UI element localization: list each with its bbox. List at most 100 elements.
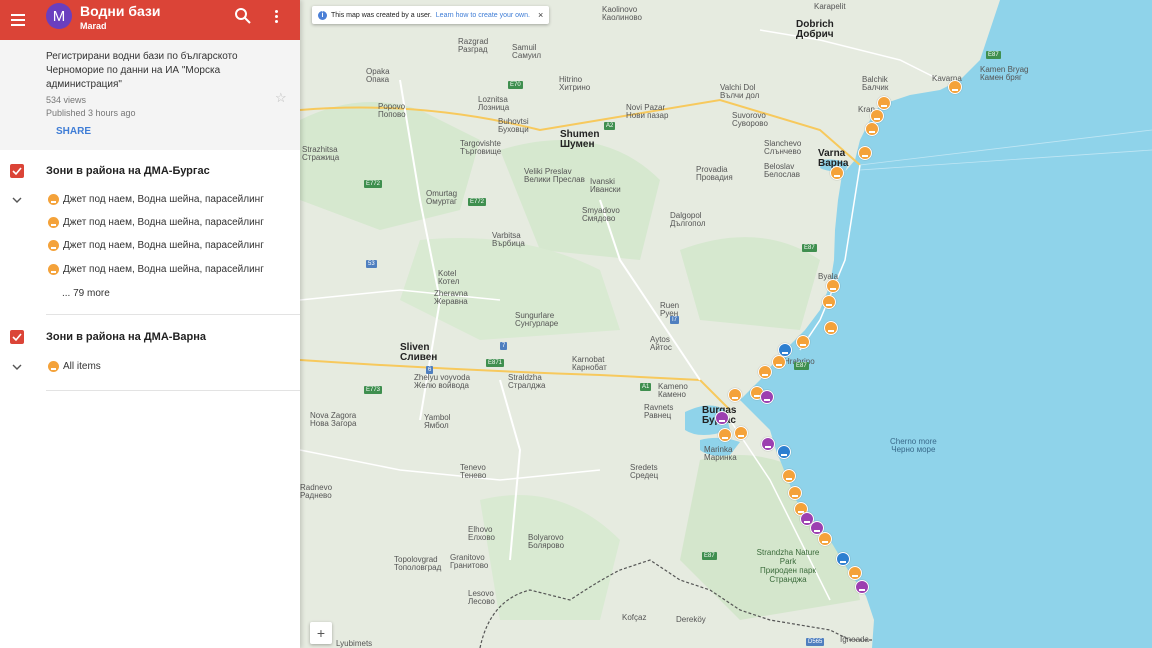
layer-checkbox[interactable]	[10, 330, 24, 344]
map-marker[interactable]	[865, 122, 879, 136]
close-icon[interactable]: ×	[538, 10, 543, 20]
city-label: Loznitsa Лозница	[478, 95, 510, 112]
avatar[interactable]: M	[46, 3, 72, 29]
city-label: Elhovo Елхово	[468, 525, 495, 542]
park-label: Strandzha Nature Park Природен парк Стран…	[756, 548, 820, 584]
list-item[interactable]: Джет под наем, Водна шейна, парасейлинг	[48, 264, 264, 275]
city-label: Kofçaz	[622, 613, 647, 622]
map-marker[interactable]	[772, 355, 786, 369]
map-marker[interactable]	[760, 390, 774, 404]
map-marker[interactable]	[822, 295, 836, 309]
road-shield: A1	[640, 383, 652, 391]
search-icon[interactable]	[233, 6, 253, 26]
map-info: Регистрирани водни бази по българското Ч…	[0, 40, 300, 150]
list-item[interactable]: Джет под наем, Водна шейна, парасейлинг	[48, 217, 264, 228]
city-label: Samuil Самуил	[512, 43, 542, 60]
city-label: Zhelyu voyvoda Желю войвода	[414, 373, 471, 390]
map-marker[interactable]	[848, 566, 862, 580]
map-marker[interactable]	[836, 552, 850, 566]
city-label: Karapelit	[814, 2, 846, 11]
city-label: Popovo Попово	[378, 102, 406, 119]
city-label: Slanchevo Слънчево	[764, 139, 802, 156]
info-icon: i	[318, 10, 327, 20]
map-canvas[interactable]: ShumenШумен VarnaВарна SlivenСливен Burg…	[300, 0, 1152, 648]
city-label: Novi Pazar Нови пазар	[626, 103, 669, 120]
jetski-icon	[48, 240, 59, 251]
view-count: 534 views	[46, 95, 87, 105]
map-marker[interactable]	[715, 411, 729, 425]
learn-more-link[interactable]: Learn how to create your own.	[436, 12, 530, 19]
map-marker[interactable]	[824, 321, 838, 335]
layer-checkbox[interactable]	[10, 164, 24, 178]
city-label: Straldzha Стралджа	[508, 373, 546, 390]
city-label: Buhovtsi Буховци	[498, 117, 529, 134]
list-item[interactable]: Джет под наем, Водна шейна, парасейлинг	[48, 240, 264, 251]
sidebar: M Водни бази Marad Регистрирани водни ба…	[0, 0, 300, 648]
jetski-icon	[48, 361, 59, 372]
road-shield: 53	[366, 260, 377, 268]
chevron-down-icon[interactable]	[12, 363, 22, 371]
map-marker[interactable]	[870, 109, 884, 123]
city-label: Kamen Bryag Камен бряг	[980, 65, 1029, 82]
city-label: Lesovo Лесово	[468, 589, 495, 606]
map-title: Водни бази	[80, 3, 161, 19]
divider	[46, 390, 300, 391]
road-shield: A2	[604, 122, 616, 130]
city-label: Aytos Айтос	[650, 335, 672, 352]
city-label: Bolyarovo Болярово	[528, 533, 565, 550]
menu-icon[interactable]	[4, 6, 32, 34]
map-marker[interactable]	[830, 166, 844, 180]
city-label: Omurtag Омуртаг	[426, 189, 458, 206]
road-shield: E773	[364, 386, 383, 394]
road-shield: E87	[802, 244, 817, 252]
map-marker[interactable]	[818, 532, 832, 546]
jetski-icon	[48, 194, 59, 205]
road-shield: 6	[426, 366, 434, 374]
check-icon	[12, 333, 22, 342]
city-label: Sredets Средец	[630, 463, 659, 480]
map-marker[interactable]	[855, 580, 869, 594]
map-marker[interactable]	[718, 428, 732, 442]
more-options-icon[interactable]	[268, 6, 284, 26]
check-icon	[12, 167, 22, 176]
city-label: Zheravna Жеравна	[434, 289, 468, 306]
map-marker[interactable]	[777, 445, 791, 459]
map-marker[interactable]	[782, 469, 796, 483]
road-shield: E87	[702, 552, 717, 560]
city-label: Varbitsa Върбица	[492, 231, 525, 248]
list-item[interactable]: All items	[48, 361, 101, 372]
jetski-icon	[48, 264, 59, 275]
road-shield: E772	[468, 198, 487, 206]
map-marker[interactable]	[826, 279, 840, 293]
zoom-in-button[interactable]: +	[310, 622, 332, 644]
city-label: Strazhitsa Стражица	[302, 145, 340, 162]
city-label: Yambol Ямбол	[424, 413, 451, 430]
list-item[interactable]: Джет под наем, Водна шейна, парасейлинг	[48, 194, 264, 205]
published-time: Published 3 hours ago	[46, 108, 136, 118]
road-shield: E87	[794, 362, 809, 370]
map-marker[interactable]	[788, 486, 802, 500]
city-label: Hitrino Хитрино	[559, 75, 591, 92]
more-items-link[interactable]: ... 79 more	[62, 288, 110, 299]
map-marker[interactable]	[877, 96, 891, 110]
share-button[interactable]: SHARE	[56, 126, 91, 137]
map-owner[interactable]: Marad	[80, 21, 107, 31]
map-marker[interactable]	[761, 437, 775, 451]
city-label: Beloslav Белослав	[764, 162, 801, 179]
road-shield: 7	[500, 342, 508, 350]
map-marker[interactable]	[858, 146, 872, 160]
map-marker[interactable]	[758, 365, 772, 379]
map-marker[interactable]	[796, 335, 810, 349]
city-label: Kotel Котел	[438, 269, 460, 286]
map-marker[interactable]	[734, 426, 748, 440]
city-label: Opaka Опака	[366, 67, 390, 84]
map-marker[interactable]	[728, 388, 742, 402]
star-icon[interactable]: ☆	[275, 90, 287, 106]
chevron-down-icon[interactable]	[12, 196, 22, 204]
city-label: Granitovo Гранитово	[450, 553, 489, 570]
jetski-icon	[48, 217, 59, 228]
road-shield: E70	[508, 81, 523, 89]
city-label: Dereköy	[676, 615, 706, 624]
map-marker[interactable]	[948, 80, 962, 94]
city-label: Tenevo Тенево	[460, 463, 487, 480]
